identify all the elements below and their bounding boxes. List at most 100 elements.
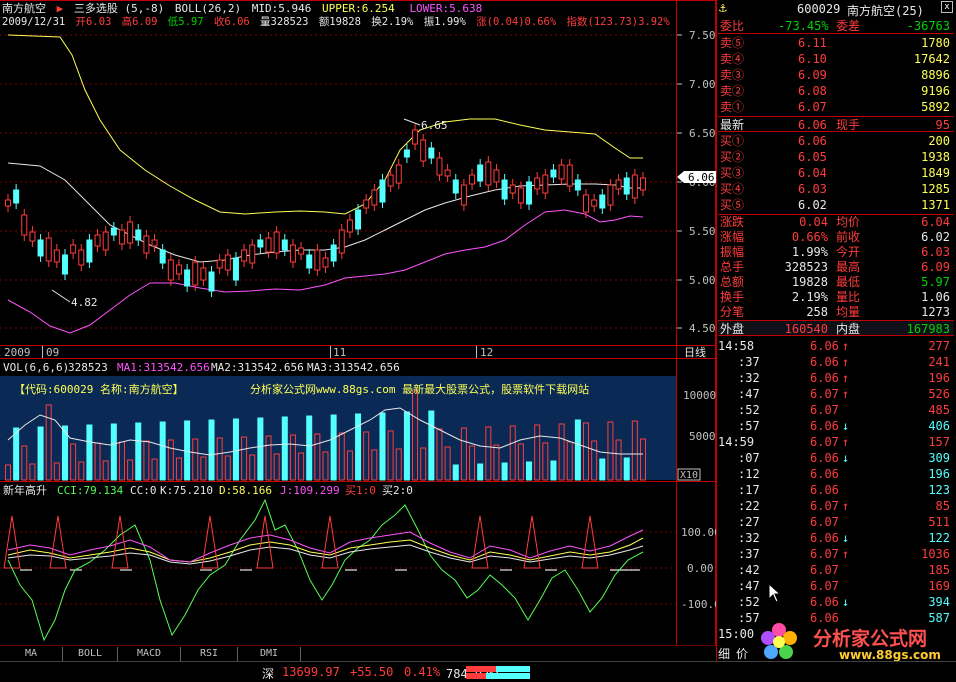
candle-body [542, 174, 549, 194]
candle-body [346, 219, 353, 233]
latest-price: 6.06 [798, 118, 827, 132]
bid-row[interactable]: 买⑤ 6.02 1371 [718, 197, 954, 213]
tick-arrow: ↓ [842, 531, 850, 545]
volume-bar [184, 420, 191, 481]
volume-bar [257, 417, 264, 481]
tick-time: :32 [738, 531, 760, 545]
tick-row: :32 6.06 ↑ 196 [718, 370, 954, 386]
volume-title[interactable]: VOL(6,6,6) [3, 361, 69, 374]
bid-row[interactable]: 买② 6.05 1938 [718, 149, 954, 165]
annotation-low: 4.82 [71, 296, 98, 309]
tick-price: 6.07 [810, 515, 839, 529]
tick-arrow: ↑ [842, 387, 850, 401]
tick-price: 6.07 [810, 387, 839, 401]
indicator-k: K:75.210 [160, 484, 213, 497]
tick-price: 6.06 [810, 419, 839, 433]
tick-volume: 277 [928, 339, 950, 353]
tab-boll[interactable]: BOLL [63, 647, 118, 661]
stat-value: 6.02 [921, 230, 950, 244]
bid-price: 6.03 [798, 182, 827, 196]
candle-body [151, 239, 158, 247]
candle-body [175, 264, 182, 275]
ask-row[interactable]: 卖① 6.07 5892 [718, 99, 954, 115]
status-pct: 0.41% [404, 665, 441, 679]
stat-label: 今开 [836, 245, 861, 259]
ask-row[interactable]: 卖⑤ 6.11 1780 [718, 35, 954, 51]
tick-row: :52 6.07 485 [718, 402, 954, 418]
tick-row: :32 6.06 ↓ 122 [718, 530, 954, 546]
tick-price: 6.06 [810, 483, 839, 497]
stat-label: 最低 [836, 275, 861, 289]
ask-row[interactable]: 卖④ 6.10 17642 [718, 51, 954, 67]
candle-body [102, 231, 109, 251]
buy-signals [3, 515, 599, 569]
stat-value: 1.99% [791, 245, 828, 259]
volume-bar [428, 410, 435, 481]
bid-row[interactable]: 买④ 6.03 1285 [718, 181, 954, 197]
candle-body [526, 181, 533, 205]
tick-volume: 526 [928, 387, 950, 401]
buy-signal-triangle [581, 515, 599, 569]
volume-ma3: MA3:313542.656 [307, 361, 400, 374]
tick-volume: 157 [928, 435, 950, 449]
candle-body [143, 235, 150, 254]
stat-row: 振幅 1.99% 今开 6.03 [718, 245, 954, 260]
candlestick-chart[interactable]: 7.50 7.00 6.50 6.00 5.50 5.00 4.50 6.06 [0, 0, 716, 646]
tick-volume: 85 [935, 499, 950, 513]
ask-label: 卖③ [720, 68, 745, 82]
candle-body [452, 179, 459, 194]
k-line [7, 537, 644, 563]
bid-price: 6.06 [798, 134, 827, 148]
bid-row[interactable]: 买① 6.06 200 [718, 133, 954, 149]
stat-label: 总额 [720, 275, 745, 289]
ask-volume: 5892 [921, 100, 950, 114]
tab-macd[interactable]: MACD [118, 647, 181, 661]
stat-value: 6.03 [921, 245, 950, 259]
stat-label: 振幅 [720, 245, 745, 259]
tick-volume: 394 [928, 595, 950, 609]
volume-axis-label: 50000 [689, 430, 716, 443]
tick-price: 6.07 [810, 435, 839, 449]
ask-row[interactable]: 卖③ 6.09 8896 [718, 67, 954, 83]
anchor-icon[interactable]: ⚓ [719, 1, 727, 16]
tick-row: :17 6.06 123 [718, 482, 954, 498]
tab-dmi[interactable]: DMI [238, 647, 301, 661]
bid-row[interactable]: 买③ 6.04 1849 [718, 165, 954, 181]
volume-axis-label: 100000 [683, 389, 716, 402]
candle-body [436, 157, 443, 176]
stat-value: 1273 [921, 305, 950, 319]
tick-time: :57 [738, 419, 760, 433]
bid-volume: 1938 [921, 150, 950, 164]
chart-area[interactable]: 南方航空 ▶ 三多选股 (5,-8) BOLL(26,2) MID:5.946 … [0, 0, 716, 646]
volume-bar [232, 418, 239, 481]
bid-label: 买③ [720, 166, 745, 180]
tick-price: 6.07 [810, 499, 839, 513]
tab-rsi[interactable]: RSI [181, 647, 238, 661]
tick-time: :37 [738, 355, 760, 369]
tick-volume: 123 [928, 483, 950, 497]
tick-time: :07 [738, 451, 760, 465]
tick-row: :37 6.07 ↑ 1036 [718, 546, 954, 562]
ask-row[interactable]: 卖② 6.08 9196 [718, 83, 954, 99]
volume-bar [355, 413, 362, 481]
close-icon[interactable]: x [941, 1, 953, 13]
time-axis-label: 2009 [4, 346, 31, 359]
status-bar-down-2 [486, 673, 530, 679]
ask-price: 6.10 [798, 52, 827, 66]
candle-body [167, 259, 174, 281]
period-label[interactable]: 日线 [684, 345, 706, 359]
volume-unit: X10 [680, 470, 698, 481]
tick-time: :52 [738, 403, 760, 417]
tick-row: :37 6.06 ↑ 241 [718, 354, 954, 370]
candle-body [5, 199, 11, 207]
buy-signal-triangle [201, 515, 219, 569]
price-label[interactable]: 价 [736, 645, 748, 662]
current-price-tag-text: 6.06 [688, 171, 715, 184]
tick-time: 15:00 [718, 627, 755, 641]
tab-ma[interactable]: MA [0, 647, 63, 661]
tick-row: 14:58 6.06 ↑ 277 [718, 338, 954, 354]
indicator-title[interactable]: 新年高升 [3, 483, 47, 497]
detail-label[interactable]: 细 [718, 645, 730, 662]
candle-body [330, 244, 337, 262]
tick-row: 14:59 6.07 ↑ 157 [718, 434, 954, 450]
